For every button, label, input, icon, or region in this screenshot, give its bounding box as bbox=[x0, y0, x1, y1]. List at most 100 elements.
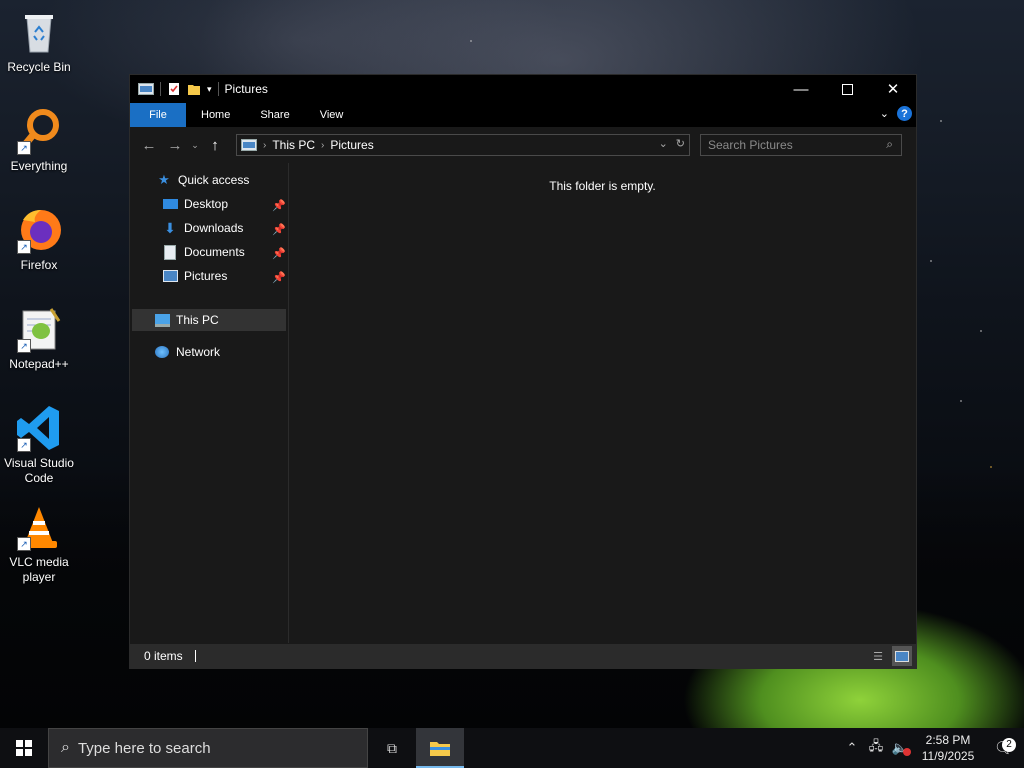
nav-desktop[interactable]: Desktop bbox=[162, 193, 228, 215]
help-icon[interactable]: ? bbox=[897, 106, 912, 121]
nav-downloads[interactable]: ⬇ Downloads bbox=[162, 217, 243, 239]
network-status-icon[interactable]: 🖧 bbox=[864, 737, 888, 759]
file-list-pane[interactable]: This folder is empty. bbox=[289, 163, 916, 643]
minimize-icon: — bbox=[793, 80, 809, 98]
address-dropdown-icon[interactable]: ⌄ bbox=[659, 137, 668, 150]
star-icon: ★ bbox=[158, 172, 170, 187]
nav-network[interactable]: Network bbox=[154, 341, 220, 363]
close-icon: ✕ bbox=[886, 81, 900, 98]
desktop-icon-everything[interactable]: ↗ Everything bbox=[2, 107, 76, 174]
nav-documents[interactable]: Documents bbox=[162, 241, 245, 263]
computer-icon bbox=[154, 313, 170, 327]
details-view-button[interactable]: ☰ bbox=[868, 646, 888, 666]
taskbar: ⌕ Type here to search ⧉ ⌃ 🖧 🔈 2:58 PM 11… bbox=[0, 728, 1024, 768]
chevron-right-icon: › bbox=[263, 139, 267, 151]
taskbar-file-explorer[interactable] bbox=[416, 728, 464, 768]
window-title: Pictures bbox=[224, 82, 268, 96]
nav-label: Documents bbox=[184, 245, 245, 259]
desktop-icon-label: Notepad++ bbox=[9, 357, 69, 371]
clock[interactable]: 2:58 PM 11/9/2025 bbox=[912, 732, 984, 764]
tab-share[interactable]: Share bbox=[245, 103, 304, 127]
desktop-icon-vlc[interactable]: ↗ VLC media player bbox=[2, 503, 76, 585]
file-explorer-icon bbox=[430, 742, 450, 756]
desktop-icon-label: Everything bbox=[10, 159, 68, 173]
taskbar-search-box[interactable]: ⌕ Type here to search bbox=[48, 728, 368, 768]
desktop-icon-recycle-bin[interactable]: Recycle Bin bbox=[2, 8, 76, 75]
tab-file[interactable]: File bbox=[130, 103, 186, 127]
quick-access-toolbar: ▾ bbox=[130, 82, 219, 96]
recycle-bin-icon bbox=[15, 8, 63, 56]
file-explorer-window: ▾ Pictures — ✕ File Home Share View ⌄ ? … bbox=[129, 74, 917, 669]
desktop-icon-notepadpp[interactable]: ↗ Notepad++ bbox=[2, 305, 76, 372]
recent-locations-icon[interactable]: ⌄ bbox=[188, 140, 202, 151]
pin-icon: 📌 bbox=[272, 248, 286, 260]
nav-label: This PC bbox=[176, 313, 219, 327]
search-icon: ⌕ bbox=[886, 137, 893, 151]
shortcut-arrow-icon: ↗ bbox=[17, 141, 31, 155]
tab-home[interactable]: Home bbox=[186, 103, 245, 127]
divider bbox=[160, 82, 161, 96]
nav-label: Downloads bbox=[184, 221, 244, 235]
notification-badge: 2 bbox=[1002, 738, 1016, 752]
refresh-icon[interactable]: ↻ bbox=[676, 137, 685, 150]
back-button[interactable]: ← bbox=[136, 137, 162, 154]
status-bar: 0 items ☰ bbox=[130, 644, 916, 668]
pin-icon: 📌 bbox=[272, 272, 286, 284]
expand-ribbon-icon[interactable]: ⌄ bbox=[880, 107, 889, 120]
ribbon-tabs: File Home Share View ⌄ ? bbox=[130, 103, 916, 127]
large-icons-view-button[interactable] bbox=[892, 646, 912, 666]
address-bar[interactable]: › This PC › Pictures ⌄ ↻ bbox=[236, 134, 690, 156]
system-tray: ⌃ 🖧 🔈 2:58 PM 11/9/2025 🗨 2 bbox=[840, 728, 1024, 768]
close-button[interactable]: ✕ bbox=[870, 75, 916, 103]
desktop-icon-firefox[interactable]: ↗ Firefox bbox=[2, 206, 76, 273]
everything-search-icon: ↗ bbox=[15, 107, 63, 155]
taskbar-search-placeholder: Type here to search bbox=[77, 739, 211, 757]
shortcut-arrow-icon: ↗ bbox=[17, 537, 31, 551]
windows-logo-icon bbox=[16, 740, 32, 756]
breadcrumb-this-pc[interactable]: This PC bbox=[272, 138, 315, 152]
volume-muted-icon[interactable]: 🔈 bbox=[888, 740, 912, 756]
new-folder-icon[interactable] bbox=[187, 82, 201, 96]
task-view-icon: ⧉ bbox=[387, 739, 397, 756]
properties-icon[interactable] bbox=[167, 82, 181, 96]
task-view-button[interactable]: ⧉ bbox=[368, 728, 416, 768]
forward-button[interactable]: → bbox=[162, 137, 188, 154]
nav-label: Desktop bbox=[184, 197, 229, 211]
status-divider bbox=[194, 650, 196, 662]
nav-label: Network bbox=[176, 345, 221, 359]
nav-pictures[interactable]: Pictures bbox=[162, 265, 227, 287]
pictures-folder-icon bbox=[162, 269, 178, 283]
search-box[interactable]: ⌕ bbox=[700, 134, 902, 156]
desktop-icon-label: VLC media player bbox=[9, 555, 69, 584]
shortcut-arrow-icon: ↗ bbox=[17, 438, 31, 452]
breadcrumb-pictures[interactable]: Pictures bbox=[330, 138, 373, 152]
start-button[interactable] bbox=[0, 728, 48, 768]
pin-icon: 📌 bbox=[272, 200, 286, 212]
shortcut-arrow-icon: ↗ bbox=[17, 339, 31, 353]
minimize-button[interactable]: — bbox=[778, 75, 824, 103]
nav-quick-access[interactable]: ★ Quick access bbox=[156, 169, 249, 191]
search-input[interactable] bbox=[701, 137, 880, 153]
network-icon bbox=[154, 345, 170, 359]
pictures-folder-icon bbox=[138, 83, 154, 95]
action-center-button[interactable]: 🗨 2 bbox=[984, 738, 1024, 758]
navigation-pane: ★ Quick access Desktop 📌 ⬇ Downloads 📌 D… bbox=[130, 163, 289, 643]
nav-this-pc[interactable]: This PC bbox=[154, 309, 219, 331]
notepad-plus-plus-icon: ↗ bbox=[15, 305, 63, 353]
customize-toolbar-icon[interactable]: ▾ bbox=[207, 84, 212, 95]
tab-view[interactable]: View bbox=[305, 103, 359, 127]
desktop-icon bbox=[162, 197, 178, 211]
firefox-icon: ↗ bbox=[15, 206, 63, 254]
up-button[interactable]: ↑ bbox=[202, 137, 228, 154]
maximize-button[interactable] bbox=[824, 75, 870, 103]
clock-date: 11/9/2025 bbox=[921, 749, 975, 763]
chevron-up-icon[interactable]: ⌃ bbox=[840, 740, 864, 756]
empty-folder-message: This folder is empty. bbox=[549, 179, 656, 193]
desktop-icon-label: Recycle Bin bbox=[7, 60, 71, 74]
title-bar[interactable]: ▾ Pictures — ✕ bbox=[130, 75, 916, 103]
details-view-icon: ☰ bbox=[873, 650, 883, 663]
large-icons-view-icon bbox=[895, 650, 909, 662]
desktop-icon-vscode[interactable]: ↗ Visual Studio Code bbox=[2, 404, 76, 486]
clock-time: 2:58 PM bbox=[925, 733, 971, 747]
pictures-folder-icon bbox=[241, 139, 257, 151]
